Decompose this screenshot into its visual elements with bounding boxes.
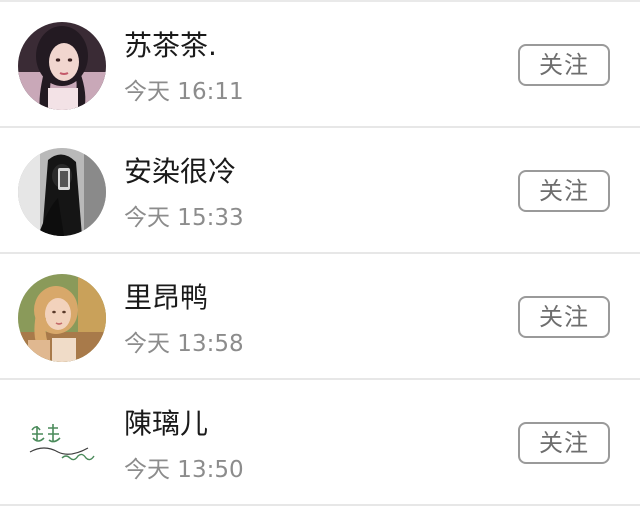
follow-button[interactable]: 关注 <box>518 422 610 464</box>
avatar-image <box>18 22 106 110</box>
list-item[interactable]: 陳璃儿 今天 13:50 关注 <box>0 380 640 506</box>
list-item[interactable]: 安染很冷 今天 15:33 关注 <box>0 128 640 254</box>
follow-time: 今天 16:11 <box>124 79 244 105</box>
avatar[interactable] <box>18 400 106 488</box>
follow-time: 今天 13:58 <box>124 331 244 357</box>
list-item[interactable]: 里昂鸭 今天 13:58 关注 <box>0 254 640 380</box>
list-item[interactable]: 苏茶茶. 今天 16:11 关注 <box>0 2 640 128</box>
avatar-image <box>18 400 106 488</box>
follow-time: 今天 15:33 <box>124 205 244 231</box>
avatar[interactable] <box>18 274 106 362</box>
divider <box>0 504 640 506</box>
avatar[interactable] <box>18 22 106 110</box>
user-name: 安染很冷 <box>124 155 237 188</box>
user-name: 苏茶茶. <box>124 29 217 62</box>
avatar-image <box>18 148 106 236</box>
avatar-image <box>18 274 106 362</box>
follow-button[interactable]: 关注 <box>518 296 610 338</box>
follow-button[interactable]: 关注 <box>518 170 610 212</box>
follow-button[interactable]: 关注 <box>518 44 610 86</box>
user-list: 苏茶茶. 今天 16:11 关注 安染很冷 今天 15:33 关注 里昂鸭 今天… <box>0 0 640 508</box>
user-name: 陳璃儿 <box>124 407 209 440</box>
user-name: 里昂鸭 <box>124 281 209 314</box>
avatar[interactable] <box>18 148 106 236</box>
follow-time: 今天 13:50 <box>124 457 244 483</box>
